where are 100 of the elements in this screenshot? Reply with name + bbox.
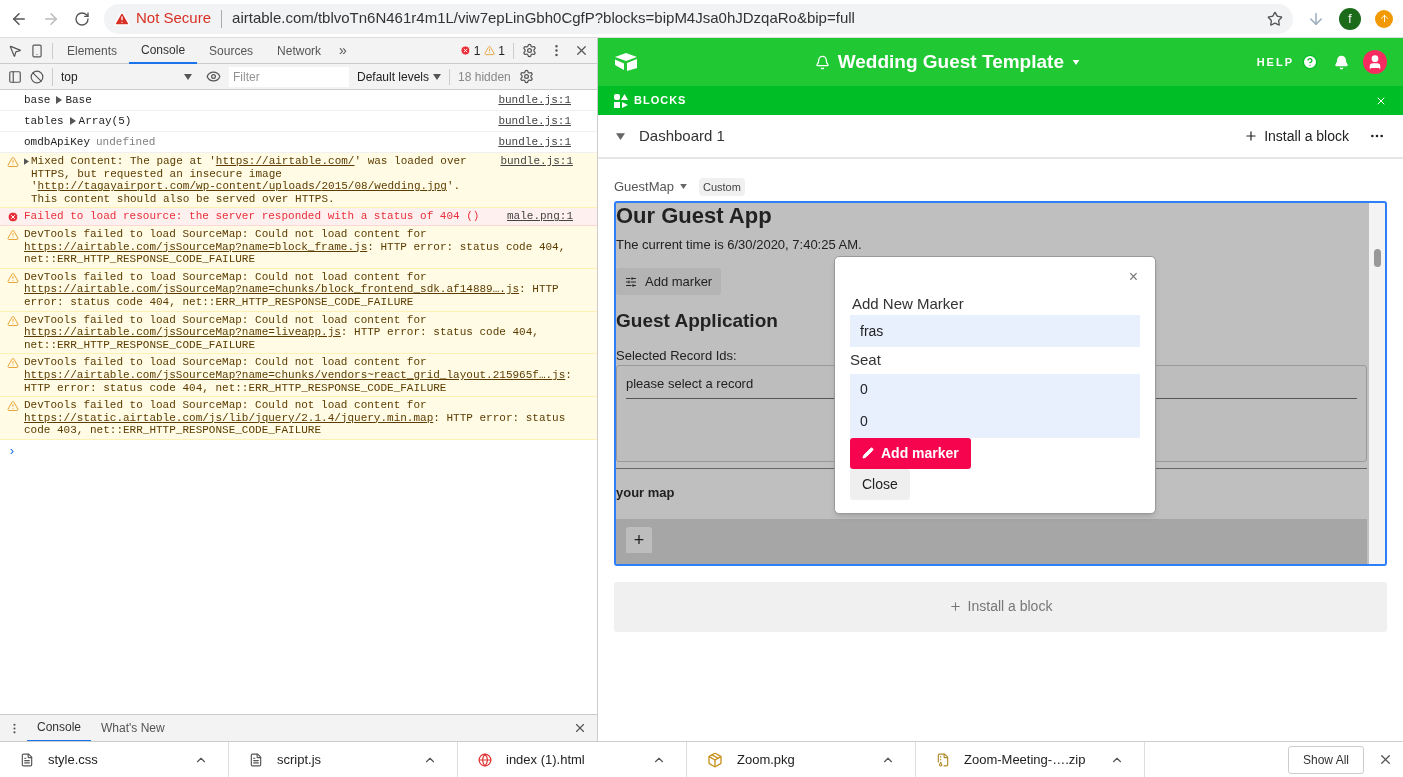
warning-icon: [7, 228, 19, 241]
warning-icon: [7, 156, 19, 168]
log-label: base: [24, 93, 51, 107]
source-link[interactable]: bundle.js:1: [498, 93, 571, 107]
download-item[interactable]: Zoom-Meeting-….zip: [916, 741, 1145, 777]
log-value[interactable]: Base: [65, 93, 92, 107]
file-icon: [20, 751, 34, 768]
package-icon: [707, 751, 723, 768]
settings-icon[interactable]: [522, 43, 537, 58]
source-link[interactable]: bundle.js:1: [498, 135, 571, 149]
source-link[interactable]: bundle.js:1: [498, 114, 571, 128]
message-link[interactable]: https://airtable.com/: [215, 155, 355, 167]
message-link[interactable]: le.com/js/lib/jquery/2.1.4/jquery.min.map: [162, 411, 434, 424]
message-link[interactable]: https://airtable.com/: [24, 326, 163, 339]
close-icon[interactable]: [573, 721, 587, 735]
download-item[interactable]: style.css: [0, 741, 229, 777]
install-block-button[interactable]: Install a block: [1244, 125, 1349, 147]
expand-arrow-icon[interactable]: [69, 117, 76, 125]
message-link[interactable]: https://airtable.com/: [24, 283, 163, 296]
log-value[interactable]: Array(5): [78, 114, 132, 128]
source-link[interactable]: bundle.js:1: [500, 155, 573, 168]
drawer-tab[interactable]: What's New: [91, 714, 175, 742]
warning-count[interactable]: 1: [498, 41, 505, 60]
close-icon[interactable]: [574, 43, 589, 58]
zoom-in-button[interactable]: +: [626, 526, 652, 553]
devtools-tab[interactable]: Elements: [55, 37, 130, 64]
block-name[interactable]: GuestMap: [614, 177, 674, 197]
console-message: Mixed Content: The page at 'https://airtable.com/' was loaded over HTTPS, but requested an insecure image 'http://tagayairport.com/wp-content/uploads/2015/08/wedding.jpg'. This content should also be served over HTTPS.: [31, 155, 468, 206]
reload-icon[interactable]: [74, 10, 90, 27]
install-block-bar[interactable]: Install a block: [614, 581, 1387, 632]
eye-icon[interactable]: [206, 69, 221, 84]
name-field[interactable]: fras: [850, 315, 1140, 347]
download-item[interactable]: script.js: [229, 741, 458, 777]
message-link[interactable]: jsSourceMap?name=chunks/block_frontend_sdk.af14889….js: [162, 283, 520, 296]
records-label: Selected Record Ids:: [616, 346, 737, 365]
log-label: omdbApiKey: [24, 135, 90, 149]
warning-icon: [7, 357, 19, 370]
message-link[interactable]: http://tagayairport.com/wp-content/uploads/: [37, 180, 322, 193]
source-link[interactable]: male.png:1: [507, 210, 573, 223]
expand-arrow-icon[interactable]: [24, 158, 29, 165]
dialog-close-button[interactable]: Close: [850, 468, 910, 500]
console-message: Failed to load resource: the server responded with a status of 404 (): [24, 210, 481, 223]
error-count[interactable]: 1: [473, 41, 481, 60]
sidebar-toggle-icon[interactable]: [8, 69, 22, 84]
device-toolbar-icon[interactable]: [30, 43, 44, 58]
log-value: undefined: [96, 135, 156, 149]
warning-icon: [7, 271, 19, 284]
time-text: The current time is 6/30/2020, 7:40:25 AM.: [616, 235, 862, 254]
message-link[interactable]: https://static.airtab: [24, 411, 163, 424]
number-field[interactable]: 0: [850, 405, 1140, 438]
blocks-icon: [614, 93, 628, 108]
caret-icon: [433, 73, 442, 80]
log-label: tables: [24, 114, 64, 128]
filter-field[interactable]: Filter: [229, 66, 349, 87]
message-link[interactable]: 2015/08/wedding.jpg: [321, 180, 447, 193]
security-label: Not Secure: [136, 8, 212, 29]
pencil-icon: [862, 447, 874, 459]
user-avatar[interactable]: [1363, 50, 1387, 74]
close-icon[interactable]: [1378, 752, 1393, 767]
message-link[interactable]: jsSourceMap?name=chunks/vendors~react_grid_layout.215965f….js: [162, 368, 566, 381]
section-heading: Guest Application: [616, 309, 778, 333]
devtools-tab[interactable]: Sources: [197, 37, 266, 64]
show-all-button[interactable]: Show All: [1287, 745, 1364, 774]
archive-icon: [936, 751, 950, 768]
caret-icon[interactable]: [680, 184, 687, 190]
url-text: airtable.com/tblvoTn6N461r4m1L/viw7epLinGbh0CgfP?blocks=bipM4Jsa0hJDzqaRo&bip=full: [232, 8, 856, 29]
download-name: style.css: [48, 750, 99, 769]
expand-arrow-icon[interactable]: [56, 96, 63, 104]
bookmark-star-icon[interactable]: [1267, 10, 1283, 27]
levels-dropdown[interactable]: Default levels: [357, 67, 442, 86]
warning-icon: [484, 45, 496, 56]
more-tabs-button[interactable]: »: [333, 40, 353, 61]
download-item[interactable]: index (1).html: [458, 741, 687, 777]
globe-icon: [478, 752, 492, 767]
inspect-icon[interactable]: [8, 43, 22, 58]
message-link[interactable]: jsSourceMap?name=liveapp.js: [162, 326, 341, 339]
close-button[interactable]: ×: [1128, 264, 1140, 289]
add-marker-button[interactable]: Add marker: [616, 268, 722, 295]
context-select[interactable]: top: [52, 67, 192, 86]
file-icon: [249, 751, 263, 768]
block-tag: Custom: [699, 177, 745, 196]
console-message: DevTools failed to load SourceMap: Could not load content for https://airtable.com/jsSourceMap?name=liveapp.js: HTTP error: status code 404, net::ERR_HTTP_RESPONSE_CODE_FAILURE: [24, 313, 540, 352]
download-name: script.js: [277, 750, 323, 769]
address-bar[interactable]: Not Secure airtable.com/tblvoTn6N461r4m1L/viw7epLinGbh0CgfP?blocks=bipM4Jsa0hJDzqaRo&bip=full: [104, 3, 1293, 34]
profile-avatar[interactable]: f: [1339, 7, 1361, 30]
message-link[interactable]: https://airtable.com/: [24, 368, 163, 381]
sliders-icon: [625, 275, 637, 288]
seat-field[interactable]: 0: [850, 373, 1140, 406]
download-item[interactable]: Zoom.pkg: [687, 741, 916, 777]
devtools-tab[interactable]: Network: [265, 37, 334, 64]
console-message: DevTools failed to load SourceMap: Could not load content for https://airtable.com/jsSourceMap?name=block_frame.js: HTTP error: status code 404, net::ERR_HTTP_RESPONSE_CODE_FAILURE: [24, 227, 567, 266]
submit-button[interactable]: Add marker: [850, 437, 971, 469]
message-link[interactable]: https://airtable.com/: [24, 240, 163, 253]
collapse-caret-icon[interactable]: [616, 132, 625, 140]
download-name: Zoom.pkg: [737, 750, 796, 769]
console-prompt[interactable]: ›: [0, 439, 597, 462]
dialog-title: Add New Marker: [852, 293, 965, 314]
message-link[interactable]: jsSourceMap?name=block_frame.js: [162, 240, 368, 253]
settings-icon[interactable]: [518, 69, 534, 84]
clear-console-icon[interactable]: [30, 69, 44, 84]
